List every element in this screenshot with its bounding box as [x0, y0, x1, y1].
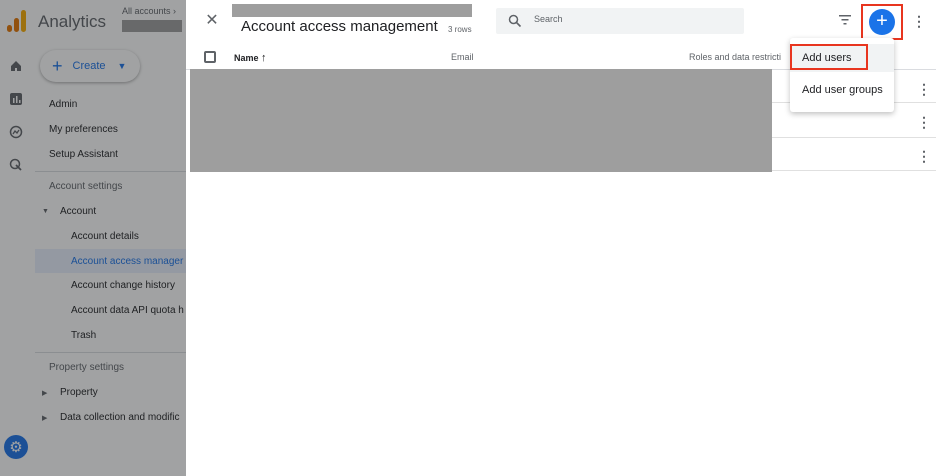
- row-more-vert-icon[interactable]: ⋮: [917, 115, 931, 129]
- arrow-up-icon: ↑: [261, 52, 267, 64]
- account-access-panel: ✕ Account access management 3 rows + ⋮ N…: [186, 0, 936, 476]
- column-header-roles[interactable]: Roles and data restricti: [689, 52, 793, 62]
- row-divider: [772, 170, 936, 171]
- account-name-redacted: [232, 4, 472, 17]
- more-vert-icon[interactable]: ⋮: [912, 14, 926, 28]
- search-box[interactable]: [496, 8, 744, 34]
- add-button[interactable]: +: [869, 9, 895, 35]
- panel-title: Account access management: [241, 18, 438, 35]
- search-input[interactable]: [534, 14, 734, 24]
- add-users-highlight: [790, 44, 868, 70]
- user-rows-redacted: [190, 69, 772, 172]
- filter-icon[interactable]: [838, 14, 852, 26]
- row-more-vert-icon[interactable]: ⋮: [917, 149, 931, 163]
- column-header-email[interactable]: Email: [451, 52, 474, 62]
- row-count: 3 rows: [448, 25, 472, 34]
- row-more-vert-icon[interactable]: ⋮: [917, 82, 931, 96]
- column-header-name-label: Name: [234, 53, 259, 63]
- add-button-highlight: +: [861, 4, 903, 40]
- menu-item-add-user-groups[interactable]: Add user groups: [790, 76, 894, 104]
- close-icon[interactable]: ✕: [204, 13, 220, 29]
- select-all-checkbox[interactable]: [204, 51, 216, 63]
- search-icon: [508, 14, 522, 28]
- row-divider: [772, 137, 936, 138]
- column-header-name[interactable]: Name ↑: [234, 52, 267, 64]
